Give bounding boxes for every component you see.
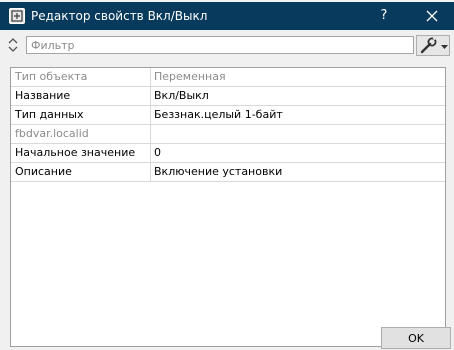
close-button[interactable] <box>410 4 454 28</box>
dialog-body: Тип объекта Переменная Название Вкл/Выкл… <box>0 30 454 350</box>
property-name: Тип объекта <box>11 68 151 86</box>
property-value[interactable]: Беззнак.целый 1-байт <box>151 106 445 124</box>
ok-button[interactable]: OK <box>381 327 451 349</box>
property-row[interactable]: Тип объекта Переменная <box>11 68 445 87</box>
property-row[interactable]: Описание Включение установки <box>11 163 445 182</box>
property-value: Переменная <box>154 70 226 83</box>
app-icon <box>9 8 25 24</box>
property-name: Описание <box>11 163 151 181</box>
property-value[interactable]: Включение установки <box>151 163 445 181</box>
window-title: Редактор свойств Вкл/Выкл <box>31 9 208 23</box>
property-row[interactable]: Начальное значение 0 <box>11 144 445 163</box>
property-name: Название <box>11 87 151 105</box>
title-bar[interactable]: Редактор свойств Вкл/Выкл ? <box>0 2 454 30</box>
property-name: Начальное значение <box>11 144 151 162</box>
tools-dropdown-button[interactable] <box>416 35 450 56</box>
sort-arrows-icon <box>8 38 18 52</box>
property-value <box>151 125 445 143</box>
close-icon <box>426 10 438 22</box>
property-name: Тип данных <box>11 106 151 124</box>
property-value[interactable]: Вкл/Выкл <box>151 87 445 105</box>
property-row[interactable]: Название Вкл/Выкл <box>11 87 445 106</box>
chevron-down-icon <box>441 45 448 49</box>
property-value[interactable]: 0 <box>151 144 445 162</box>
property-row[interactable]: Тип данных Беззнак.целый 1-байт <box>11 106 445 125</box>
filter-input[interactable] <box>26 36 414 54</box>
property-row[interactable]: fbdvar.localid <box>11 125 445 144</box>
help-button[interactable]: ? <box>368 4 400 28</box>
property-grid: Тип объекта Переменная Название Вкл/Выкл… <box>10 67 446 347</box>
sort-button[interactable] <box>6 36 20 54</box>
property-name: fbdvar.localid <box>11 125 151 143</box>
